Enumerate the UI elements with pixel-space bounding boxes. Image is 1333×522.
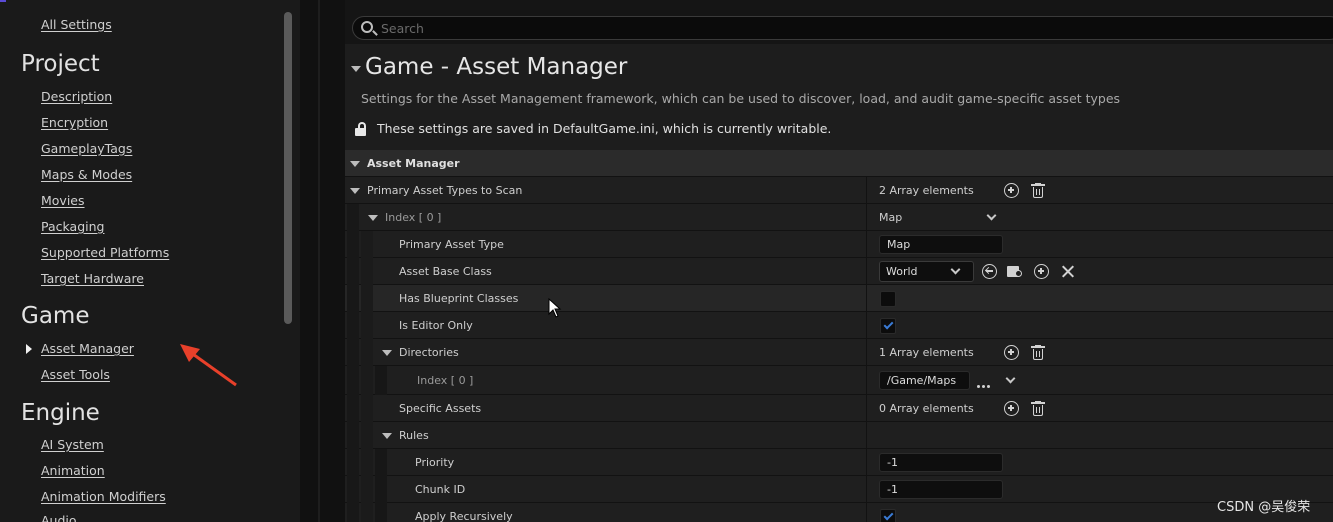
search-box[interactable]	[352, 16, 1333, 40]
nav-item-target-hardware[interactable]: Target Hardware	[41, 271, 144, 286]
nav-item-asset-manager[interactable]: Asset Manager	[41, 341, 134, 356]
save-location-note: These settings are saved in DefaultGame.…	[377, 121, 832, 136]
unlock-icon	[355, 122, 367, 136]
check-icon	[883, 319, 894, 330]
watermark: CSDN @吴俊荣	[1217, 500, 1311, 515]
add-element-icon[interactable]	[1004, 183, 1019, 198]
nav-item-asset-tools[interactable]: Asset Tools	[41, 367, 110, 382]
array-count: 0 Array elements	[879, 402, 974, 415]
use-selected-icon[interactable]	[982, 264, 997, 279]
directory-path-field[interactable]: /Game/Maps	[879, 371, 970, 390]
nav-item-encryption[interactable]: Encryption	[41, 115, 108, 130]
chevron-down-icon[interactable]	[1005, 373, 1016, 384]
nav-item-packaging[interactable]: Packaging	[41, 219, 104, 234]
row-apply-recursively: Apply Recursively	[345, 503, 1333, 522]
expand-caret-icon[interactable]	[382, 433, 392, 439]
row-primary-asset-type: Primary Asset Type Map	[345, 231, 1333, 258]
collapse-caret-icon[interactable]	[351, 66, 361, 72]
priority-field[interactable]: -1	[879, 453, 1003, 472]
index-value: Map	[879, 211, 903, 224]
expand-caret-icon[interactable]	[382, 350, 392, 356]
row-chunk-id: Chunk ID -1	[345, 476, 1333, 503]
browse-icon[interactable]	[1007, 264, 1023, 278]
selected-caret-icon	[26, 344, 32, 354]
property-label: Index [ 0 ]	[385, 211, 442, 224]
nav-scrollbar[interactable]	[284, 12, 292, 324]
row-has-blueprint-classes: Has Blueprint Classes	[345, 285, 1333, 312]
nav-category-game: Game	[21, 303, 90, 329]
nav-item-animation[interactable]: Animation	[41, 463, 105, 478]
property-label: Specific Assets	[399, 402, 482, 415]
row-rules: Rules	[345, 422, 1333, 449]
settings-header: Game - Asset Manager Settings for the As…	[345, 44, 1333, 150]
nav-item-movies[interactable]: Movies	[41, 193, 85, 208]
property-label: Has Blueprint Classes	[399, 292, 519, 305]
row-index-0: Index [ 0 ] Map	[345, 204, 1333, 231]
clear-icon[interactable]	[1061, 265, 1074, 278]
property-label: Asset Base Class	[399, 265, 492, 278]
property-label: Rules	[399, 429, 429, 442]
property-label: Is Editor Only	[399, 319, 473, 332]
property-label: Apply Recursively	[415, 510, 513, 522]
property-label: Index [ 0 ]	[417, 374, 474, 387]
add-element-icon[interactable]	[1004, 401, 1019, 416]
nav-item-ai-system[interactable]: AI System	[41, 437, 104, 452]
nav-item-audio[interactable]: Audio	[41, 513, 77, 522]
page-title: Game - Asset Manager	[365, 54, 628, 80]
row-priority: Priority -1	[345, 449, 1333, 476]
nav-category-project: Project	[21, 51, 100, 77]
property-label: Primary Asset Type	[399, 238, 504, 251]
nav-item-animation-modifiers[interactable]: Animation Modifiers	[41, 489, 166, 504]
row-specific-assets: Specific Assets 0 Array elements	[345, 395, 1333, 422]
expand-caret-icon[interactable]	[350, 161, 360, 167]
nav-item-description[interactable]: Description	[41, 89, 112, 104]
check-icon	[883, 510, 894, 521]
property-label: Directories	[399, 346, 459, 359]
asset-base-class-combo[interactable]: World	[879, 261, 974, 282]
nav-all-settings[interactable]: All Settings	[41, 17, 112, 32]
settings-nav: All Settings Project Description Encrypt…	[0, 0, 300, 522]
nav-category-engine: Engine	[21, 400, 100, 426]
trash-icon[interactable]	[1031, 345, 1045, 360]
expand-caret-icon[interactable]	[368, 215, 378, 221]
nav-item-gameplaytags[interactable]: GameplayTags	[41, 141, 132, 156]
row-is-editor-only: Is Editor Only	[345, 312, 1333, 339]
primary-asset-type-field[interactable]: Map	[879, 235, 1003, 254]
array-count: 2 Array elements	[879, 184, 974, 197]
row-asset-base-class: Asset Base Class World	[345, 258, 1333, 285]
panel-splitter[interactable]	[300, 0, 345, 522]
is-editor-only-checkbox[interactable]	[880, 318, 896, 334]
annotation-arrow-icon	[180, 344, 237, 387]
chevron-down-icon[interactable]	[986, 210, 997, 221]
search-icon	[361, 21, 373, 33]
property-label: Primary Asset Types to Scan	[367, 184, 523, 197]
section-label: Asset Manager	[367, 157, 460, 170]
more-options-icon[interactable]	[977, 378, 992, 391]
trash-icon[interactable]	[1031, 401, 1045, 416]
search-input[interactable]	[381, 19, 1281, 37]
trash-icon[interactable]	[1031, 183, 1045, 198]
nav-item-maps-modes[interactable]: Maps & Modes	[41, 167, 132, 182]
array-count: 1 Array elements	[879, 346, 974, 359]
has-blueprint-checkbox[interactable]	[880, 291, 896, 307]
combo-value: World	[886, 265, 918, 278]
add-element-icon[interactable]	[1004, 345, 1019, 360]
row-directories: Directories 1 Array elements	[345, 339, 1333, 366]
section-asset-manager[interactable]: Asset Manager	[345, 150, 1333, 177]
nav-accent-line	[0, 0, 6, 2]
expand-caret-icon[interactable]	[350, 188, 360, 194]
apply-recursively-checkbox[interactable]	[880, 509, 896, 522]
add-icon[interactable]	[1034, 264, 1049, 279]
settings-main: Game - Asset Manager Settings for the As…	[345, 0, 1333, 522]
row-primary-asset-types: Primary Asset Types to Scan 2 Array elem…	[345, 177, 1333, 204]
property-label: Priority	[415, 456, 455, 469]
row-directory-index-0: Index [ 0 ] /Game/Maps	[345, 366, 1333, 395]
property-label: Chunk ID	[415, 483, 466, 496]
page-description: Settings for the Asset Management framew…	[361, 91, 1121, 106]
chunk-id-field[interactable]: -1	[879, 480, 1003, 499]
nav-item-supported-platforms[interactable]: Supported Platforms	[41, 245, 169, 260]
